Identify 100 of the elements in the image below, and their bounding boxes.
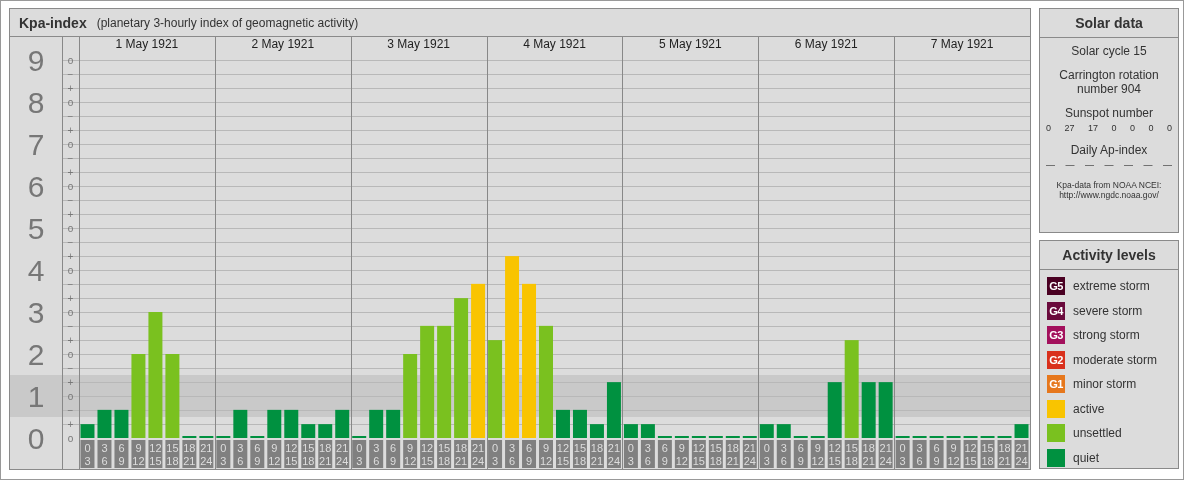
scale-mark: + (67, 334, 74, 346)
date-label: 7 May 1921 (930, 37, 994, 51)
time-slot-label: 6 9 (114, 440, 129, 468)
x-tick-label: 3 6 (373, 442, 380, 467)
sunspot-label: Sunspot number (1064, 106, 1154, 120)
x-tick-label: 0 3 (627, 442, 634, 467)
level-label: moderate storm (1073, 352, 1158, 367)
time-slot-label: 18 21 (725, 440, 740, 468)
time-slot-label: 0 3 (352, 440, 367, 468)
time-slot-label: 21 24 (471, 440, 486, 468)
time-slot-label: 0 3 (623, 440, 638, 468)
scale-mark: − (67, 152, 74, 164)
sunspot-value: 0 (1129, 123, 1135, 133)
ap-index-value: — (1124, 160, 1133, 170)
axis-label: 1 (27, 380, 45, 413)
x-tick-label: 3 6 (508, 442, 516, 467)
time-slot-label: 3 6 (776, 440, 791, 468)
time-slot-label: 9 12 (946, 440, 961, 468)
time-slot-label: 21 24 (606, 440, 621, 468)
axis-label: 8 (27, 86, 45, 119)
level-badge: G2 (1047, 350, 1065, 369)
time-slot-label: 21 24 (199, 440, 214, 468)
time-slot-label: 0 3 (759, 440, 774, 468)
time-slot-label: 3 6 (97, 440, 112, 468)
source-text: http://www.ngdc.noaa.gov/ (1059, 190, 1159, 200)
axis-label: 9 (27, 44, 45, 77)
ap-index-label: Daily Ap-index (1070, 143, 1148, 157)
ap-index-value: — (1163, 160, 1172, 170)
scale-mark: o (67, 306, 74, 318)
time-slot-label: 15 18 (980, 440, 995, 468)
panel-title: Solar data (1040, 9, 1178, 38)
date-label: 5 May 1921 (659, 37, 722, 51)
time-slot-label: 15 18 (708, 440, 723, 468)
ap-index-value: — (1065, 160, 1075, 170)
sunspot-value: 17 (1087, 123, 1098, 133)
time-slot-label: 18 21 (861, 440, 876, 468)
sunspot-value: 0 (1046, 123, 1051, 133)
scale-mark: − (67, 68, 74, 80)
time-slot-label: 12 15 (420, 440, 435, 468)
scale-mark: o (67, 96, 74, 108)
level-label: active (1073, 401, 1105, 416)
scale-mark: + (67, 250, 74, 262)
x-tick-label: 3 6 (916, 442, 923, 467)
time-slot-label: 6 9 (929, 440, 944, 468)
time-slot-label: 0 3 (216, 440, 231, 468)
x-tick-label: 0 3 (356, 442, 363, 467)
time-slot-label: 0 3 (895, 440, 910, 468)
x-tick-label: 3 6 (237, 442, 244, 467)
time-slot-label: 3 6 (912, 440, 927, 468)
x-tick-label: 3 6 (644, 442, 651, 467)
level-badge: G5 (1047, 277, 1065, 295)
time-slot-label: 18 21 (997, 440, 1012, 468)
time-slot-label: 3 6 (233, 440, 248, 468)
time-slot-label: 6 9 (657, 440, 672, 468)
time-slot-label: 6 9 (250, 440, 265, 468)
time-slot-label: 3 6 (505, 440, 520, 468)
scale-mark: + (67, 208, 74, 220)
axis-label: 6 (27, 170, 45, 203)
scale-mark: + (67, 376, 74, 388)
time-slot-label: 21 24 (742, 440, 757, 468)
x-tick-label: 3 6 (101, 442, 108, 467)
x-tick-label: 0 3 (899, 442, 906, 467)
time-slot-label: 21 24 (878, 440, 893, 468)
time-slot-label: 15 18 (844, 440, 859, 468)
time-slot-label: 21 24 (335, 440, 350, 468)
carrington-text: Carrington rotation number 904 (1058, 68, 1160, 96)
time-slot-label: 12 15 (691, 440, 706, 468)
time-slot-label: 0 3 (488, 440, 503, 468)
time-slot-label: 12 15 (284, 440, 299, 468)
chart-title: Kpa-index (19, 14, 87, 31)
x-tick-label: 0 3 (763, 442, 770, 467)
ap-index-value: — (1143, 160, 1153, 170)
time-slot-label: 12 15 (963, 440, 978, 468)
x-tick-label: 0 3 (220, 442, 227, 467)
solar-cycle-text: Solar cycle 15 (1071, 44, 1147, 58)
time-slot-label: 6 9 (522, 440, 536, 468)
sunspot-value: 0 (1148, 123, 1154, 133)
time-slot-label: 9 12 (131, 440, 146, 468)
scale-mark: − (67, 404, 74, 416)
x-tick-label: 6 9 (254, 442, 261, 467)
x-tick-label: 0 3 (84, 442, 91, 467)
ap-index-value: — (1046, 160, 1055, 170)
date-label: 4 May 1921 (523, 37, 586, 51)
x-tick-label: 6 9 (933, 442, 940, 467)
time-slot-label: 9 12 (267, 440, 282, 468)
x-tick-label: 6 9 (118, 442, 125, 467)
time-slot-label: 6 9 (386, 440, 401, 468)
scale-mark: o (67, 390, 74, 402)
time-slot-label: 18 21 (589, 440, 604, 468)
axis-label: 0 (27, 422, 45, 455)
time-slot-label: 18 21 (318, 440, 333, 468)
time-slot-label: 0 3 (80, 440, 95, 468)
scale-mark: − (67, 320, 74, 332)
time-slot-label: 18 21 (454, 440, 469, 468)
axis-label: 5 (27, 212, 45, 245)
date-label: 1 May 1921 (115, 37, 179, 51)
time-slot-label: 9 12 (403, 440, 418, 468)
scale-mark: − (67, 194, 74, 206)
date-label: 2 May 1921 (251, 37, 315, 51)
x-tick-label: 6 9 (661, 442, 668, 467)
